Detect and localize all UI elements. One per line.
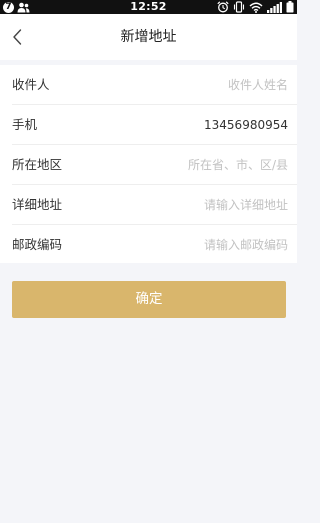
battery-icon — [286, 1, 294, 13]
postal-code-input[interactable] — [118, 235, 288, 255]
recipient-row: 收件人 — [12, 65, 297, 105]
phone-input[interactable] — [118, 115, 288, 135]
postal-code-label: 邮政编码 — [12, 237, 63, 252]
detail-address-row: 详细地址 — [12, 185, 297, 225]
phone-label: 手机 — [12, 117, 38, 132]
region-label: 所在地区 — [12, 157, 63, 172]
vibrate-icon — [233, 1, 245, 13]
address-form: 收件人 手机 所在地区 详细地址 邮政编码 — [0, 65, 297, 263]
status-bar: 7 12:52 — [0, 0, 297, 14]
alarm-icon — [217, 1, 229, 13]
page-title: 新增地址 — [120, 29, 177, 45]
recipient-label: 收件人 — [12, 77, 50, 92]
postal-code-row: 邮政编码 — [12, 225, 297, 265]
signal-icon — [267, 1, 282, 13]
recipient-name-input[interactable] — [118, 75, 288, 95]
region-input[interactable] — [118, 155, 288, 175]
status-right-icons — [217, 1, 294, 13]
wifi-icon — [249, 2, 263, 13]
detail-address-input[interactable] — [118, 195, 288, 215]
navigation-bar: 新增地址 — [0, 14, 297, 60]
phone-row: 手机 — [12, 105, 297, 145]
detail-address-label: 详细地址 — [12, 197, 63, 212]
region-row: 所在地区 — [12, 145, 297, 185]
confirm-button[interactable]: 确定 — [12, 281, 286, 318]
